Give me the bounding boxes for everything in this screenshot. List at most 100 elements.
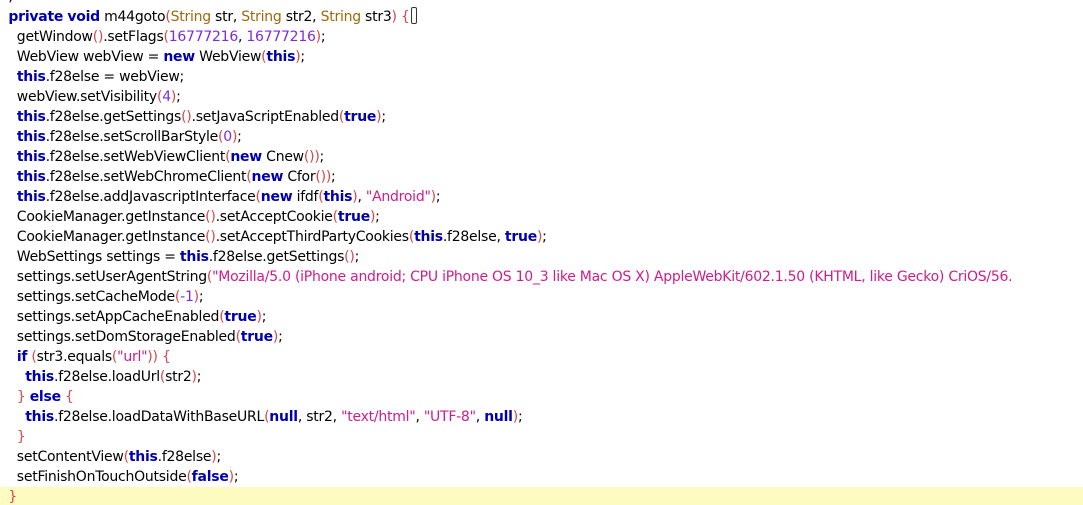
code-line[interactable]: this.f28else.setWebChromeClient(new Cfor… [0, 167, 1083, 187]
code-token: .setAcceptCookie [215, 209, 333, 225]
code-line[interactable]: getWindow().setFlags(16777216, 16777216)… [0, 27, 1083, 47]
code-token: )) [147, 349, 158, 365]
code-line[interactable]: settings.setAppCacheEnabled(true); [0, 307, 1083, 327]
code-token: str3.equals [36, 349, 113, 365]
code-token: .f28else [157, 449, 212, 465]
code-token: ; [435, 189, 441, 205]
code-token: ; [237, 129, 242, 145]
code-token: ; [381, 109, 386, 125]
code-token: ; [261, 309, 267, 325]
code-token: { [161, 349, 171, 365]
code-line[interactable]: webView.setVisibility(4); [0, 87, 1083, 107]
code-token: false [191, 469, 229, 485]
code-token: ; [176, 89, 181, 105]
code-line[interactable]: CookieManager.getInstance().setAcceptCoo… [0, 207, 1083, 227]
code-token: WebView webView = [0, 49, 164, 65]
code-token: , [357, 189, 366, 205]
code-token: str3 [360, 9, 392, 25]
code-token: String [241, 9, 282, 25]
code-line[interactable]: this.f28else.loadUrl(str2); [0, 367, 1083, 387]
code-token: ()) [303, 149, 320, 165]
code-token: () [92, 29, 104, 45]
code-line[interactable]: WebView webView = new WebView(this); [0, 47, 1083, 67]
code-line[interactable]: CookieManager.getInstance().setAcceptThi… [0, 227, 1083, 247]
code-token: WebView [194, 49, 262, 65]
code-line[interactable]: this.f28else = webView; [0, 67, 1083, 87]
code-token: this [16, 109, 46, 125]
code-token: ; [216, 449, 221, 465]
code-line[interactable]: setContentView(this.f28else); [0, 447, 1083, 467]
code-token: 4 [162, 89, 171, 105]
code-token: "text/html" [341, 409, 416, 425]
code-token: else [29, 389, 61, 405]
code-token: new [260, 189, 293, 205]
code-line[interactable]: setFinishOnTouchOutside(false); [0, 467, 1083, 487]
code-line[interactable]: } else { [0, 387, 1083, 407]
text-cursor-icon [410, 7, 417, 24]
code-token: () [344, 249, 355, 265]
code-token: webView.setVisibility [0, 89, 157, 105]
code-token: ; [300, 49, 305, 65]
code-token: this [266, 49, 296, 65]
code-line[interactable]: private void m44goto(String str, String … [0, 7, 1083, 27]
code-token: void [67, 9, 100, 25]
code-token: () [205, 209, 216, 225]
code-token: WebSettings settings = [0, 249, 180, 265]
code-token: "Android" [365, 189, 431, 205]
code-token: true [337, 209, 370, 225]
code-token: settings.setDomStorageEnabled [0, 329, 236, 345]
code-line[interactable]: settings.setDomStorageEnabled(true); [0, 327, 1083, 347]
code-token: null [269, 409, 298, 425]
code-token: this [25, 409, 54, 425]
code-token: Cfor [283, 169, 316, 185]
code-token: settings.setCacheMode [0, 289, 175, 305]
code-token: ; [198, 289, 204, 305]
code-token: Cnew [261, 149, 304, 165]
code-token: .f28else = webView; [45, 69, 185, 85]
code-token: setFinishOnTouchOutside [0, 469, 187, 485]
code-token: ; [331, 169, 336, 185]
code-token: } [8, 489, 18, 505]
code-token: "Mozilla/5.0 (iPhone android; CPU iPhone… [212, 269, 1013, 285]
code-token: ; [8, 0, 13, 5]
code-token: ; [319, 149, 325, 165]
code-line[interactable]: ; [0, 0, 1083, 7]
code-token: String [170, 9, 212, 25]
code-line[interactable]: } [0, 487, 1083, 505]
code-token: true [504, 229, 537, 245]
code-token: CookieManager.getInstance [0, 209, 206, 225]
code-line[interactable]: WebSettings settings = this.f28else.getS… [0, 247, 1083, 267]
code-token: 0 [223, 129, 232, 145]
code-token: "url" [117, 349, 148, 365]
code-token: this [128, 449, 158, 465]
code-line[interactable]: this.f28else.getSettings().setJavaScript… [0, 107, 1083, 127]
code-line[interactable]: settings.setCacheMode(-1); [0, 287, 1083, 307]
code-line[interactable]: this.f28else.setScrollBarStyle(0); [0, 127, 1083, 147]
code-line[interactable]: settings.setUserAgentString("Mozilla/5.0… [0, 267, 1083, 287]
code-token: ; [320, 29, 326, 45]
code-token: if [16, 349, 28, 365]
code-line[interactable]: } [0, 427, 1083, 447]
code-line[interactable]: this.f28else.setWebViewClient(new Cnew()… [0, 147, 1083, 167]
code-token: this [16, 69, 46, 85]
code-token: "UTF-8" [423, 409, 476, 425]
code-line[interactable]: this.f28else.addJavascriptInterface(new … [0, 187, 1083, 207]
code-line[interactable]: this.f28else.loadDataWithBaseURL(null, s… [0, 407, 1083, 427]
code-token: true [224, 309, 257, 325]
code-token: this [179, 249, 209, 265]
code-token: true [344, 109, 377, 125]
code-line[interactable]: if (str3.equals("url")) { [0, 347, 1083, 367]
code-token: this [16, 169, 46, 185]
code-token: .f28else.setWebViewClient [45, 149, 226, 165]
code-token: str, [210, 9, 242, 25]
code-token: ()) [315, 169, 332, 185]
code-editor[interactable]: ; private void m44goto(String str, Strin… [0, 0, 1083, 505]
code-token: { [65, 389, 74, 405]
